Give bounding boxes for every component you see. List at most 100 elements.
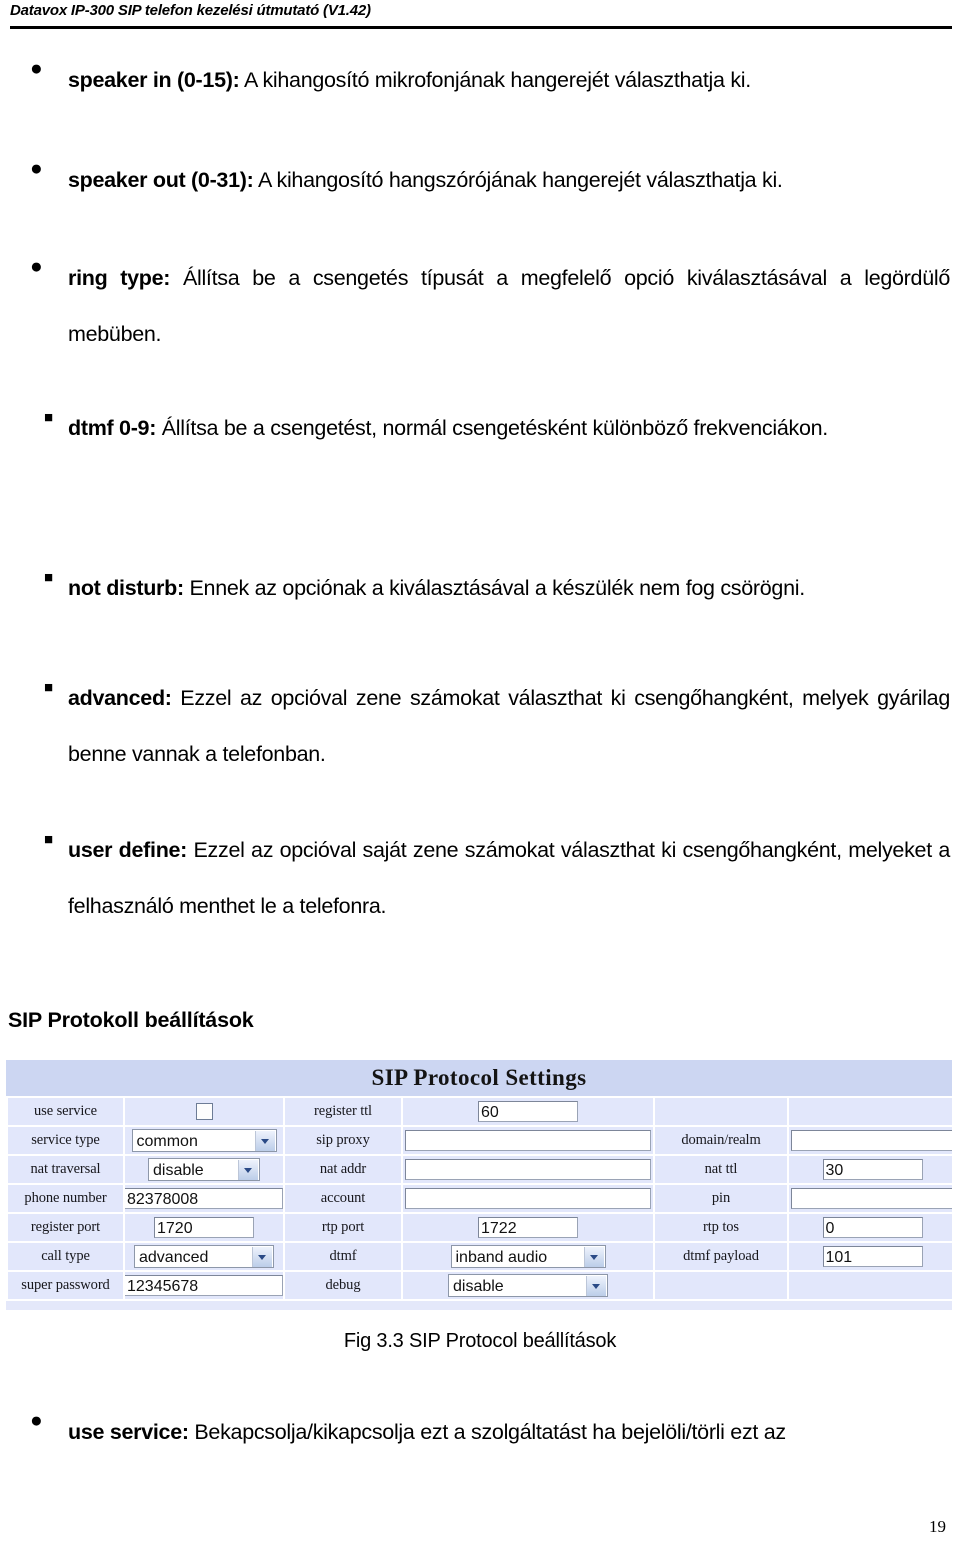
disc-bullet-icon: ● [30,1409,43,1432]
field-cell-call-type[interactable]: advanced [125,1243,283,1270]
field-cell-sip-proxy[interactable] [403,1127,653,1154]
field-label-empty-r7 [655,1272,787,1299]
table-row: register port 1720 rtp port 1722 rtp tos… [8,1214,952,1241]
nat-addr-input[interactable] [405,1159,651,1180]
field-label-register-port: register port [8,1214,123,1241]
field-cell-domain-realm[interactable] [789,1127,952,1154]
field-label-call-type: call type [8,1243,123,1270]
nat-traversal-value: disable [153,1162,204,1179]
dtmf-payload-input[interactable]: 101 [822,1246,923,1267]
list-item-keyword: user define: [68,838,188,862]
list-item-text: speaker out (0-31): A kihangosító hangsz… [68,152,950,208]
disc-bullet-icon: ● [30,57,43,80]
figure-caption: Fig 3.3 SIP Protocol beállítások [343,1330,617,1352]
table-row: call type advanced dtmf inband audio dtm… [8,1243,952,1270]
list-item-body: Ennek az opciónak a kiválasztásával a ké… [183,576,806,600]
super-password-input[interactable]: 12345678 [125,1275,283,1296]
debug-value: disable [453,1278,504,1295]
list-item: ● ring type: Állítsa be a csengetés típu… [0,250,960,400]
field-cell-dtmf[interactable]: inband audio [403,1243,653,1270]
disc-bullet-icon: ● [30,157,43,180]
list-item: ■ user define: Ezzel az opcióval saját z… [0,822,960,972]
sip-protocol-settings-figure: SIP Protocol Settings use service regist… [6,1060,952,1310]
field-label-account: account [285,1185,401,1212]
field-label-super-password: super password [8,1272,123,1299]
nat-traversal-select[interactable]: disable [148,1158,260,1181]
list-item-body: A kihangosító hangszórójának hangerejét … [253,168,783,192]
chevron-down-icon[interactable] [586,1276,606,1296]
list-item-keyword: advanced: [68,686,172,710]
list-item-text: dtmf 0-9: Állítsa be a csengetést, normá… [68,400,950,456]
list-item-keyword: speaker out (0-31): [68,168,254,192]
chevron-down-icon[interactable] [238,1160,258,1180]
list-item-text: advanced: Ezzel az opcióval zene számoka… [68,670,950,782]
sip-form-title: SIP Protocol Settings [6,1060,952,1096]
list-item: ● speaker in (0-15): A kihangosító mikro… [0,52,960,152]
list-item: ● use service: Bekapcsolja/kikapcsolja e… [0,1404,960,1464]
page-running-header: Datavox IP-300 SIP telefon kezelési útmu… [10,2,952,30]
field-cell-use-service[interactable] [125,1098,283,1125]
list-item-body: Ezzel az opcióval saját zene számokat vá… [68,838,950,918]
field-label-dtmf: dtmf [285,1243,401,1270]
field-cell-rtp-tos[interactable]: 0 [789,1214,952,1241]
field-cell-register-port[interactable]: 1720 [125,1214,283,1241]
square-bullet-icon: ■ [44,409,54,426]
square-bullet-icon: ■ [44,679,54,696]
chevron-down-icon[interactable] [252,1247,272,1267]
list-item-keyword: dtmf 0-9: [68,416,157,440]
page-number: 19 [929,1517,946,1536]
field-label-domain-realm: domain/realm [655,1127,787,1154]
field-label-phone-number: phone number [8,1185,123,1212]
field-cell-nat-ttl[interactable]: 30 [789,1156,952,1183]
table-row: super password 12345678 debug disable [8,1272,952,1299]
sip-proxy-input[interactable] [405,1130,651,1151]
field-label-nat-ttl: nat ttl [655,1156,787,1183]
field-cell-nat-addr[interactable] [403,1156,653,1183]
list-item-body: Ezzel az opcióval zene számokat választh… [68,686,950,766]
phone-number-input[interactable]: 82378008 [125,1188,283,1209]
field-cell-debug[interactable]: disable [403,1272,653,1299]
register-port-input[interactable]: 1720 [154,1217,254,1238]
domain-realm-input[interactable] [791,1130,952,1151]
field-cell-register-ttl[interactable]: 60 [403,1098,653,1125]
list-item-body: Állítsa be a csengetést, normál csengeté… [156,416,829,440]
list-item-keyword: not disturb: [68,576,184,600]
list-item-text: use service: Bekapcsolja/kikapcsolja ezt… [68,1404,960,1460]
field-label-nat-traversal: nat traversal [8,1156,123,1183]
field-label-rtp-port: rtp port [285,1214,401,1241]
rtp-port-input[interactable]: 1722 [478,1217,578,1238]
field-cell-super-password[interactable]: 12345678 [125,1272,283,1299]
list-item-text: ring type: Állítsa be a csengetés típusá… [68,250,950,362]
field-cell-empty-r1 [789,1098,952,1125]
service-type-value: common [136,1133,198,1150]
use-service-checkbox[interactable] [195,1103,213,1121]
pin-input[interactable] [791,1188,952,1209]
field-cell-phone-number[interactable]: 82378008 [125,1185,283,1212]
account-input[interactable] [405,1188,651,1209]
field-cell-nat-traversal[interactable]: disable [125,1156,283,1183]
debug-select[interactable]: disable [448,1274,608,1297]
field-cell-account[interactable] [403,1185,653,1212]
field-label-debug: debug [285,1272,401,1299]
list-item-body: A kihangosító mikrofonjának hangerejét v… [239,68,751,92]
field-cell-empty-r7 [789,1272,952,1299]
field-label-use-service: use service [8,1098,123,1125]
list-item-text: not disturb: Ennek az opciónak a kiválas… [68,560,950,616]
table-row: nat traversal disable nat addr nat ttl 3… [8,1156,952,1183]
field-label-register-ttl: register ttl [285,1098,401,1125]
nat-ttl-input[interactable]: 30 [822,1159,923,1180]
field-cell-service-type[interactable]: common [125,1127,283,1154]
service-type-select[interactable]: common [131,1129,277,1152]
field-label-rtp-tos: rtp tos [655,1214,787,1241]
table-row: use service register ttl 60 [8,1098,952,1125]
register-ttl-input[interactable]: 60 [478,1101,578,1122]
field-cell-pin[interactable] [789,1185,952,1212]
rtp-tos-input[interactable]: 0 [822,1217,923,1238]
chevron-down-icon[interactable] [254,1131,275,1151]
field-cell-rtp-port[interactable]: 1722 [403,1214,653,1241]
field-cell-dtmf-payload[interactable]: 101 [789,1243,952,1270]
table-row: phone number 82378008 account pin [8,1185,952,1212]
chevron-down-icon[interactable] [583,1247,604,1267]
call-type-select[interactable]: advanced [134,1245,274,1268]
dtmf-select[interactable]: inband audio [450,1245,606,1268]
